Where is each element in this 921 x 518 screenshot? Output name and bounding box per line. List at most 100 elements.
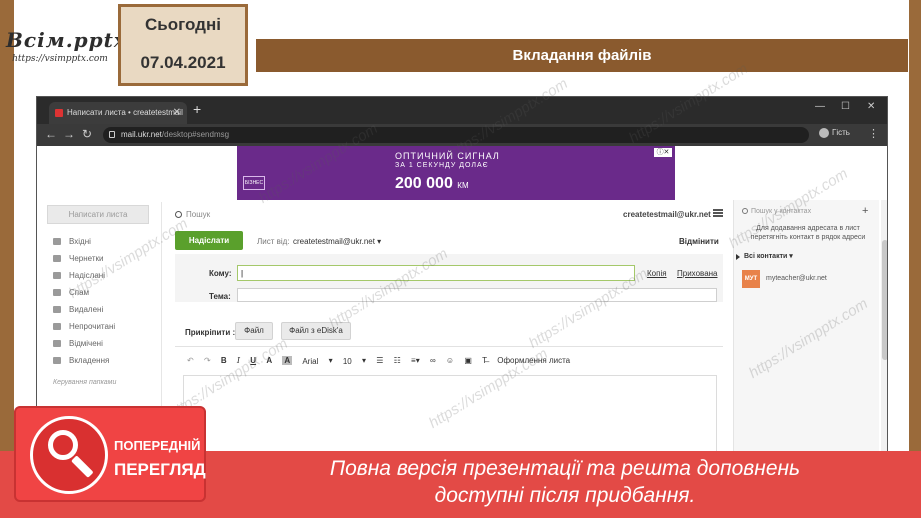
drafts-icon xyxy=(53,255,61,262)
styles-link[interactable]: Оформлення листа xyxy=(497,356,570,365)
folder-inbox[interactable]: Вхідні xyxy=(51,233,161,250)
contacts-search-placeholder: Пошук у контактах xyxy=(751,208,812,215)
trash-icon xyxy=(53,306,61,313)
forward-icon[interactable]: → xyxy=(63,127,75,141)
folder-flagged[interactable]: Відмічені xyxy=(51,335,161,352)
emoji-icon[interactable]: ☺ xyxy=(446,356,454,365)
redo-icon[interactable]: ↷ xyxy=(204,356,211,365)
format-toolbar: ↶ ↷ B I U A A Arial ▾ 10 ▾ ☰ ☷ ≡▾ ∞ ☺ ▣ … xyxy=(187,356,578,370)
maximize-icon[interactable]: ☐ xyxy=(841,101,850,112)
preview-message: Повна версія презентації та решта доповн… xyxy=(220,455,910,509)
search-placeholder: Пошук xyxy=(186,210,211,219)
minimize-icon[interactable]: — xyxy=(815,101,825,112)
folder-unread[interactable]: Непрочитані xyxy=(51,318,161,335)
ad-close-icon[interactable]: ⓘ✕ xyxy=(654,148,672,157)
spam-icon xyxy=(53,289,61,296)
contacts-hint: Для додавання адресата в лист перетягніт… xyxy=(750,225,866,241)
folder-sent[interactable]: Надіслані xyxy=(51,267,161,284)
highlight-icon[interactable]: A xyxy=(282,356,293,366)
site-logo: Всім.pptx https://vsimpptx.com xyxy=(6,28,127,76)
folder-spam[interactable]: Спам xyxy=(51,284,161,301)
undo-icon[interactable]: ↶ xyxy=(187,356,194,365)
clear-format-icon[interactable]: T̶ xyxy=(482,356,487,365)
browser-menu-icon[interactable]: ⋮ xyxy=(868,127,879,140)
address-host: mail.ukr.net xyxy=(121,130,162,139)
attach-label: Прикріпити : xyxy=(185,328,236,337)
folder-label: Непрочитані xyxy=(69,322,116,331)
folder-drafts[interactable]: Чернетки xyxy=(51,250,161,267)
bullet-list-icon[interactable]: ☷ xyxy=(394,356,401,365)
italic-icon[interactable]: I xyxy=(237,356,240,365)
new-tab-icon[interactable]: + xyxy=(193,101,201,117)
underline-icon[interactable]: U xyxy=(250,356,256,365)
subject-input[interactable] xyxy=(237,288,717,302)
manage-folders-link[interactable]: Керування папками xyxy=(53,379,116,386)
browser-tab[interactable]: Написати листа • createtestmail ✕ xyxy=(49,102,187,124)
cancel-button[interactable]: Відмінити xyxy=(679,237,719,246)
font-size-select[interactable]: 10 ▾ xyxy=(343,356,366,365)
date-box: Сьогодні 07.04.2021 xyxy=(118,4,248,86)
inbox-icon xyxy=(53,238,61,245)
folder-label: Відмічені xyxy=(69,339,103,348)
cc-link[interactable]: Копія xyxy=(647,269,667,278)
align-icon[interactable]: ≡▾ xyxy=(411,356,420,365)
send-button[interactable]: Надіслати xyxy=(175,231,243,250)
hamburger-menu-icon[interactable] xyxy=(713,209,723,217)
banner-value: 200 000 xyxy=(395,175,453,192)
banner-value-line: 200 000 КМ xyxy=(395,175,469,193)
window-close-icon[interactable]: ✕ xyxy=(867,101,875,112)
mail-search[interactable]: Пошук xyxy=(175,210,210,219)
image-icon[interactable]: ▣ xyxy=(464,356,472,365)
badge-line2: ПЕРЕГЛЯД xyxy=(114,460,206,479)
account-email[interactable]: createtestmail@ukr.net xyxy=(623,210,711,219)
folder-attachments[interactable]: Вкладення xyxy=(51,352,161,369)
slide-frame-right xyxy=(909,0,921,518)
bold-icon[interactable]: B xyxy=(221,356,227,365)
preview-text-line1: Повна версія презентації та решта доповн… xyxy=(329,457,801,480)
back-icon[interactable]: ← xyxy=(45,127,57,141)
logo-url: https://vsimpptx.com xyxy=(12,54,108,64)
magnifier-icon xyxy=(30,416,108,494)
attach-divider xyxy=(175,346,723,347)
to-input[interactable] xyxy=(237,265,635,281)
numbered-list-icon[interactable]: ☰ xyxy=(376,356,383,365)
lock-icon xyxy=(109,131,115,138)
tab-close-icon[interactable]: ✕ xyxy=(173,102,181,124)
magnifier-lens xyxy=(48,430,78,460)
all-contacts-label: Всі контакти xyxy=(744,253,788,260)
folder-list: Вхідні Чернетки Надіслані Спам Видалені … xyxy=(51,233,161,369)
folder-label: Вхідні xyxy=(69,237,91,246)
contact-email: myteacher@ukr.net xyxy=(766,275,827,282)
font-select[interactable]: Arial ▾ xyxy=(302,356,332,365)
reload-icon[interactable]: ↻ xyxy=(82,127,92,141)
link-icon[interactable]: ∞ xyxy=(430,356,436,365)
bcc-link[interactable]: Прихована xyxy=(677,269,718,278)
logo-title: Всім.pptx xyxy=(6,28,127,52)
guest-label: Гість xyxy=(832,128,850,138)
to-label: Кому: xyxy=(209,269,232,278)
from-select[interactable]: createtestmail@ukr.net ▾ xyxy=(293,237,381,246)
guest-profile-button[interactable]: Гість xyxy=(819,128,850,138)
attach-edisk-button[interactable]: Файл з eDisk'a xyxy=(281,322,351,340)
add-contact-icon[interactable]: + xyxy=(862,205,868,217)
compose-button[interactable]: Написати листа xyxy=(47,205,149,224)
search-icon xyxy=(742,208,748,215)
text-color-icon[interactable]: A xyxy=(266,356,272,365)
contact-item[interactable]: МУТ myteacher@ukr.net xyxy=(742,270,874,290)
all-contacts-toggle[interactable]: Всі контакти ▾ xyxy=(736,252,793,260)
folder-label: Спам xyxy=(69,288,90,297)
folder-deleted[interactable]: Видалені xyxy=(51,301,161,318)
tab-strip: Написати листа • createtestmail ✕ + — ☐ … xyxy=(37,97,887,124)
contacts-search[interactable]: Пошук у контактах xyxy=(742,208,862,215)
banner-unit: КМ xyxy=(457,181,469,190)
subject-label: Тема: xyxy=(209,292,231,301)
attach-file-button[interactable]: Файл xyxy=(235,322,273,340)
folder-label: Чернетки xyxy=(69,254,104,263)
scrollbar-thumb[interactable] xyxy=(882,240,887,360)
mail-favicon-icon xyxy=(55,109,63,117)
advert-banner[interactable]: БІЗНЕС ОПТИЧНИЙ СИГНАЛ ЗА 1 СЕКУНДУ ДОЛА… xyxy=(237,146,675,200)
address-bar[interactable]: mail.ukr.net/desktop#sendmsg xyxy=(103,127,809,143)
preview-badge: ПОПЕРЕДНІЙ ПЕРЕГЛЯД xyxy=(14,406,206,502)
banner-line2: ЗА 1 СЕКУНДУ ДОЛАЄ xyxy=(395,162,489,169)
browser-toolbar: ← → ↻ mail.ukr.net/desktop#sendmsg Гість… xyxy=(37,124,887,146)
